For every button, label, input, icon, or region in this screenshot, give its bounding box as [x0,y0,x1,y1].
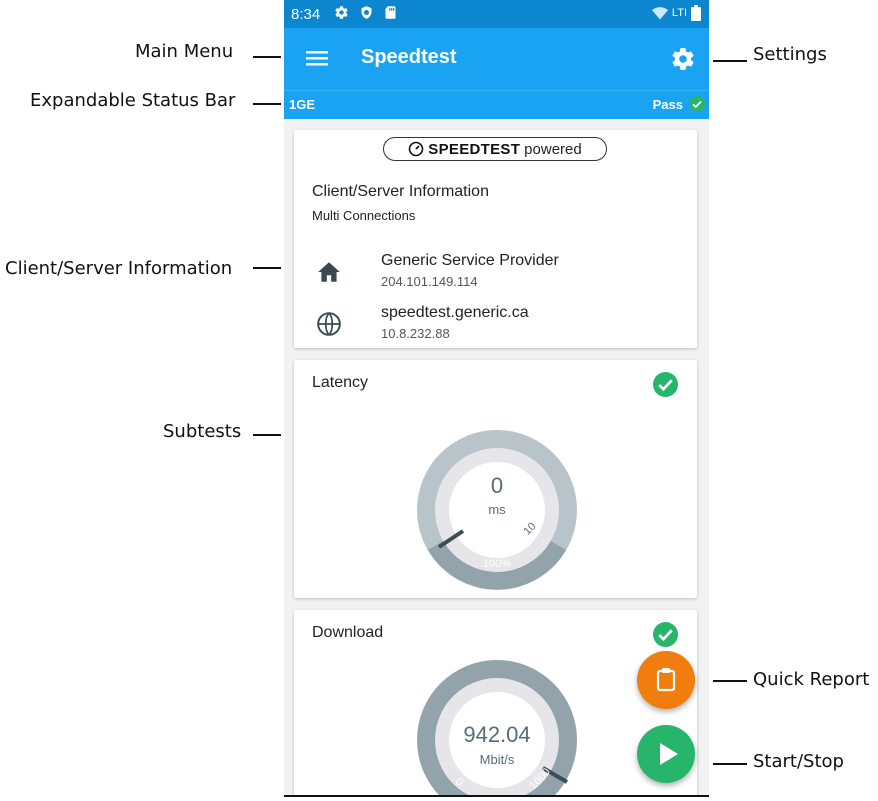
callout-line-subtests [253,434,281,436]
latency-title: Latency [312,374,369,391]
pass-label: Pass [652,97,683,112]
client-ip: 204.101.149.114 [381,274,478,289]
info-title: Client/Server Information [312,183,489,200]
server-ip: 10.8.232.88 [381,326,450,341]
download-check-icon [653,622,678,647]
callout-line-settings [713,60,747,62]
client-name: Generic Service Provider [381,252,559,269]
phone-screen: 8:34 LTI Speedtest 1GE Pass SPEEDTEST po… [284,0,709,795]
interface-label: 1GE [289,97,316,112]
sd-card-icon [385,6,396,19]
callout-main-menu: Main Menu [135,41,234,62]
status-time: 8:34 [291,6,321,23]
latency-percent-label: 100% [482,558,512,570]
callout-line-quick-report [713,680,747,682]
home-icon [318,262,340,282]
callout-line-start-stop [713,763,747,765]
battery-icon [691,5,701,21]
callout-quick-report: Quick Report [753,669,870,690]
callout-start-stop: Start/Stop [753,751,844,772]
client-server-card: SPEEDTEST powered Client/Server Informat… [294,130,697,348]
start-stop-button[interactable] [637,725,695,783]
logo-suffix: powered [524,140,582,158]
callout-line-status-bar [253,103,281,105]
app-bar: Speedtest [284,28,709,90]
callout-line-main-menu [253,56,281,58]
download-value: 942.04 [463,722,531,747]
menu-icon[interactable] [306,48,328,68]
wifi-icon [651,6,668,19]
callout-expandable-status-bar: Expandable Status Bar [30,90,236,111]
system-status-bar: 8:34 LTI [284,0,709,28]
callout-line-client-server [253,267,281,269]
latency-value: 0 [490,473,504,498]
logo-brand: SPEEDTEST [428,140,521,158]
gear-icon [335,6,348,19]
app-title: Speedtest [361,46,457,68]
status-icons [334,5,397,20]
globe-icon [317,312,341,336]
clipboard-icon [656,668,676,692]
download-title: Download [312,624,384,641]
latency-unit: ms [488,502,506,517]
callout-client-server: Client/Server Information [5,258,233,279]
network-label: LTI [671,7,687,19]
status-right-icons: LTI [651,5,701,21]
latency-check-icon [653,372,678,397]
latency-card[interactable]: Latency 0 ms 10 100% [294,360,697,598]
speedometer-icon [408,141,424,157]
quick-report-button[interactable] [637,651,695,709]
play-icon [660,743,678,765]
pass-check-icon [689,96,705,112]
callout-settings: Settings [753,44,827,65]
settings-gear-icon[interactable] [670,46,696,72]
expandable-status-bar[interactable]: 1GE Pass [284,90,709,119]
shield-icon [361,6,372,19]
download-unit: Mbit/s [479,752,515,767]
info-subtitle: Multi Connections [312,208,416,223]
server-name: speedtest.generic.ca [381,304,529,321]
screen-bottom-edge [284,795,709,797]
callout-subtests: Subtests [163,421,242,442]
speedtest-logo: SPEEDTEST powered [383,137,607,161]
